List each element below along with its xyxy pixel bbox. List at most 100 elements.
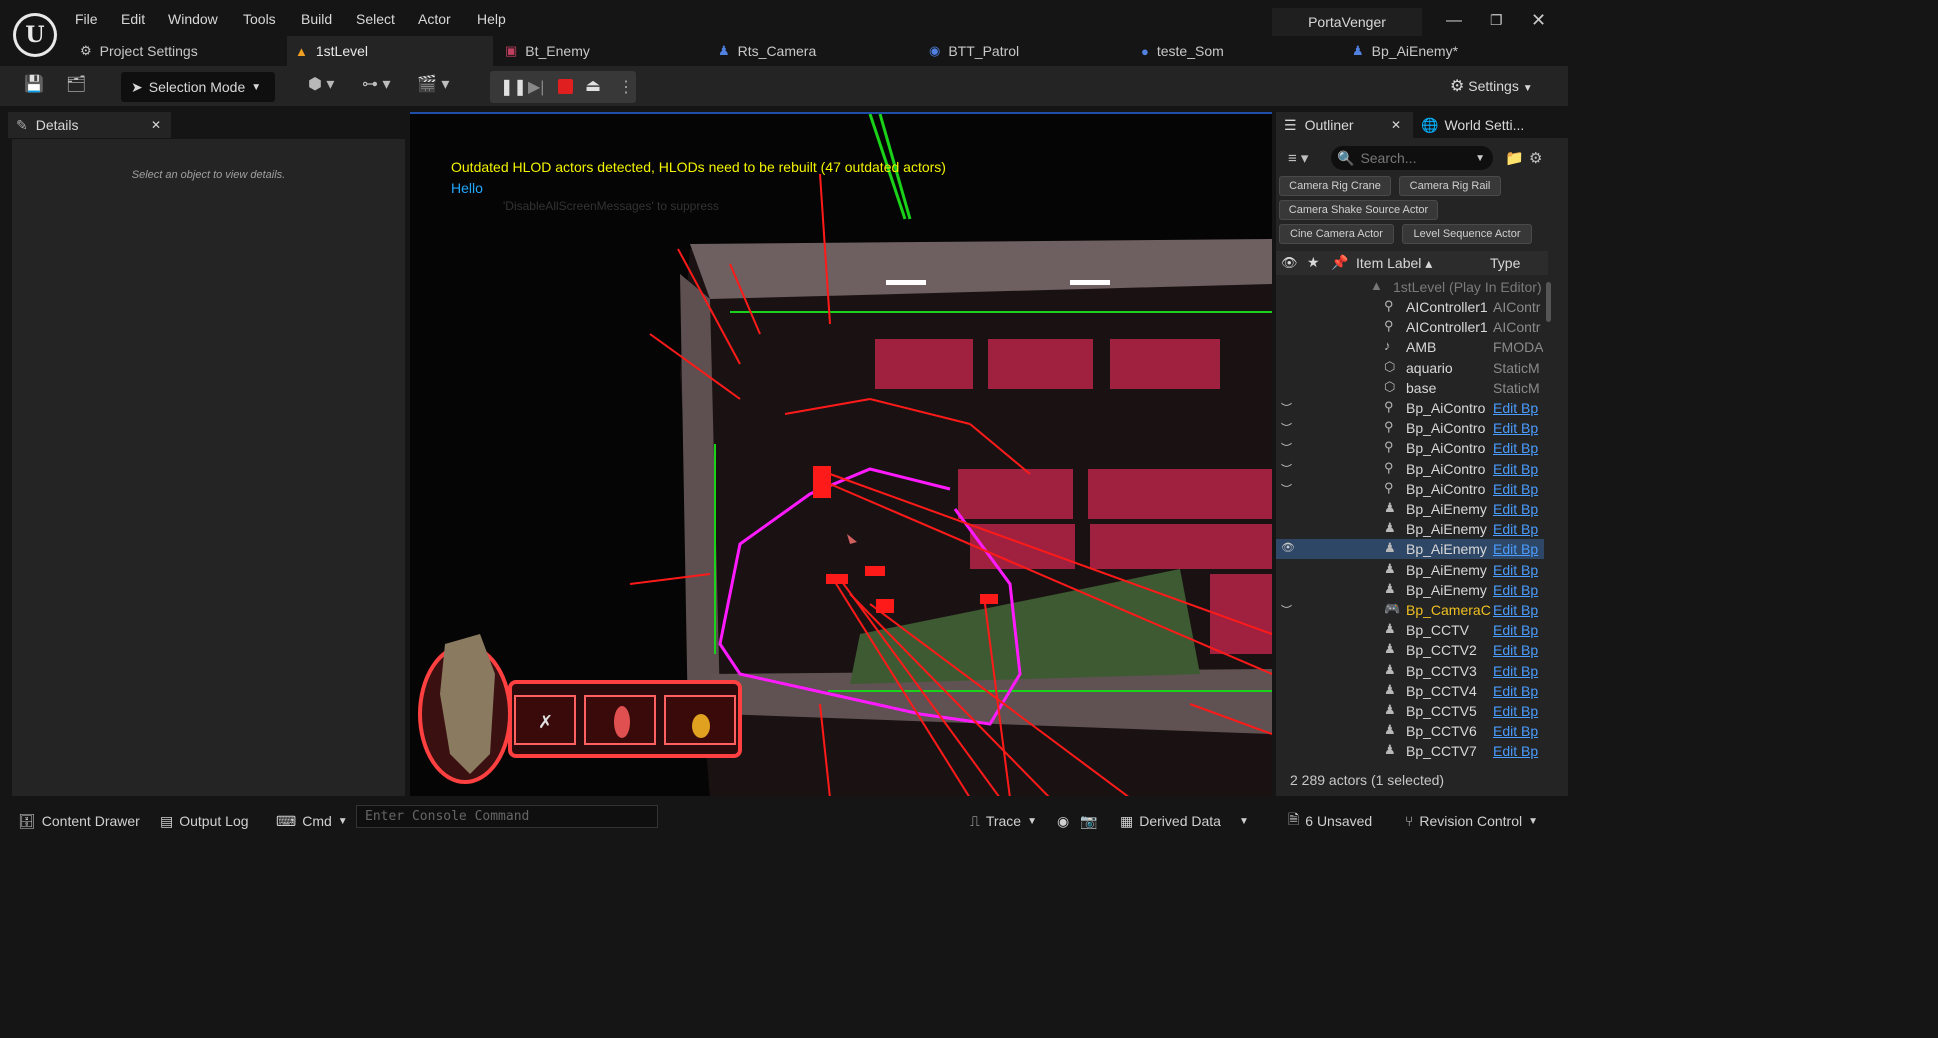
level-row[interactable]: ▲ 1stLevel (Play In Editor) [1276,277,1544,297]
gear-icon[interactable]: ⚙ [1529,149,1542,167]
filter-chip[interactable]: Camera Shake Source Actor [1279,200,1438,220]
pause-icon[interactable]: ❚❚ [500,77,527,97]
stop-icon[interactable] [558,79,573,94]
tab-bt-enemy[interactable]: ▣ Bt_Enemy [505,36,705,66]
filter-chip[interactable]: Camera Rig Rail [1399,176,1501,196]
outliner-row[interactable]: ♟ Bp_CCTV2 Edit Bp [1276,640,1544,660]
edit-blueprint-link[interactable]: Edit Bp [1493,541,1543,557]
edit-blueprint-link[interactable]: Edit Bp [1493,582,1543,598]
edit-blueprint-link[interactable]: Edit Bp [1493,622,1543,638]
edit-blueprint-link[interactable]: Edit Bp [1493,420,1543,436]
save-icon[interactable]: 💾 [24,74,44,94]
tab-btt-patrol[interactable]: ◉ BTT_Patrol [929,36,1129,66]
outliner-row[interactable]: ♟ Bp_CCTV5 Edit Bp [1276,701,1544,721]
cmd-dropdown[interactable]: ⌨ Cmd ▼ [276,808,348,834]
edit-blueprint-link[interactable]: Edit Bp [1493,481,1543,497]
outliner-row[interactable]: ︶ ⚲ Bp_AiContro Edit Bp [1276,398,1544,418]
edit-blueprint-link[interactable]: Edit Bp [1493,521,1543,537]
level-viewport[interactable]: ✗ Outdated HLOD actors detected, HLODs n… [410,112,1272,796]
menu-build[interactable]: Build [301,11,332,27]
outliner-row[interactable]: ︶ 🎮 Bp_CameraC Edit Bp [1276,600,1544,620]
outliner-row[interactable]: ♟ Bp_AiEnemy Edit Bp [1276,499,1544,519]
settings-button[interactable]: ⚙ Settings ▼ [1450,76,1533,96]
eye-closed-icon[interactable]: ︶ [1281,602,1297,618]
outliner-row[interactable]: ︶ ⚲ Bp_AiContro Edit Bp [1276,479,1544,499]
outliner-row[interactable]: ♟ Bp_CCTV4 Edit Bp [1276,681,1544,701]
edit-blueprint-link[interactable]: Edit Bp [1493,602,1543,618]
edit-blueprint-link[interactable]: Edit Bp [1493,703,1543,719]
menu-window[interactable]: Window [168,11,218,27]
more-options-icon[interactable]: ⋮ [618,77,634,97]
outliner-row[interactable]: ♟ Bp_AiEnemy Edit Bp [1276,580,1544,600]
outliner-row[interactable]: ♟ Bp_AiEnemy Edit Bp [1276,519,1544,539]
filter-icon[interactable]: ≡ ▾ [1288,149,1308,167]
menu-edit[interactable]: Edit [121,11,145,27]
outliner-row[interactable]: ⬡ aquario StaticM [1276,358,1544,378]
derived-data-dropdown[interactable]: ▦ Derived Data ▼ [1120,808,1249,834]
edit-blueprint-link[interactable]: Edit Bp [1493,440,1543,456]
trace-dropdown[interactable]: ⎍ Trace ▼ [970,808,1037,834]
content-browse-icon[interactable]: 🗂 [66,74,86,94]
tab-teste-som[interactable]: ● teste_Som [1141,36,1341,66]
eye-closed-icon[interactable]: ︶ [1281,481,1297,497]
filter-chip[interactable]: Level Sequence Actor [1402,224,1532,244]
unreal-logo-icon[interactable]: U [13,13,57,57]
edit-blueprint-link[interactable]: Edit Bp [1493,400,1543,416]
menu-file[interactable]: File [75,11,98,27]
eye-icon[interactable]: 👁 [1281,255,1298,271]
edit-blueprint-link[interactable]: Edit Bp [1493,461,1543,477]
tab-bp-aienemy[interactable]: ♟ Bp_AiEnemy* [1352,36,1562,66]
close-icon[interactable]: ✕ [1531,10,1546,31]
outliner-row[interactable]: ⬡ base StaticM [1276,378,1544,398]
unsaved-button[interactable]: 🗎 6 Unsaved [1288,808,1372,834]
outliner-row[interactable]: ♟ Bp_CCTV Edit Bp [1276,620,1544,640]
edit-blueprint-link[interactable]: Edit Bp [1493,743,1543,759]
menu-help[interactable]: Help [477,11,506,27]
outliner-row[interactable]: ︶ ⚲ Bp_AiContro Edit Bp [1276,438,1544,458]
outliner-row[interactable]: ⚲ AIController1 AIContr [1276,297,1544,317]
edit-blueprint-link[interactable]: Edit Bp [1493,501,1543,517]
output-log-button[interactable]: ▤ Output Log [160,808,249,834]
outliner-row[interactable]: ♟ Bp_CCTV6 Edit Bp [1276,721,1544,741]
details-tab[interactable]: ✎ Details ✕ [8,112,171,138]
outliner-row[interactable]: ︶ ⚲ Bp_AiContro Edit Bp [1276,459,1544,479]
outliner-scrollbar[interactable] [1546,282,1551,322]
console-input[interactable]: Enter Console Command [356,805,658,828]
revision-control-dropdown[interactable]: ⑂ Revision Control ▼ [1405,808,1538,834]
content-drawer-button[interactable]: 🗄 Content Drawer [18,808,140,834]
outliner-row[interactable]: ♟ Bp_CCTV7 Edit Bp [1276,741,1544,761]
record-icon[interactable]: ◉ [1057,808,1069,834]
outliner-row[interactable]: ♟ Bp_AiEnemy Edit Bp [1276,560,1544,580]
column-item-label[interactable]: Item Label ▴ [1356,255,1432,272]
cinematics-icon[interactable]: 🎬 ▾ [417,74,449,94]
tab-outliner[interactable]: ☰ Outliner ✕ [1276,112,1413,138]
star-icon[interactable]: ★ [1307,254,1320,271]
close-icon[interactable]: ✕ [1391,118,1401,132]
menu-select[interactable]: Select [356,11,395,27]
add-folder-icon[interactable]: 📁 [1505,149,1524,167]
edit-blueprint-link[interactable]: Edit Bp [1493,562,1543,578]
outliner-search-input[interactable]: 🔍 Search... ▼ [1331,146,1493,170]
tab-rts-camera[interactable]: ♟ Rts_Camera [718,36,918,66]
add-actor-icon[interactable]: ⬢ ▾ [308,74,334,94]
close-icon[interactable]: ✕ [151,118,161,132]
outliner-row[interactable]: ♪ AMB FMODA [1276,337,1544,357]
outliner-row[interactable]: ︶ ⚲ Bp_AiContro Edit Bp [1276,418,1544,438]
filter-chip[interactable]: Camera Rig Crane [1279,176,1391,196]
menu-actor[interactable]: Actor [418,11,451,27]
pin-icon[interactable]: 📌 [1331,254,1348,271]
menu-tools[interactable]: Tools [243,11,276,27]
edit-blueprint-link[interactable]: Edit Bp [1493,723,1543,739]
eye-closed-icon[interactable]: ︶ [1281,440,1297,456]
tab-1stlevel[interactable]: ▲ 1stLevel [287,36,493,66]
blueprint-menu-icon[interactable]: ⊶ ▾ [362,74,390,94]
tab-world-settings[interactable]: 🌐 World Setti... [1421,112,1561,138]
edit-blueprint-link[interactable]: Edit Bp [1493,642,1543,658]
eject-icon[interactable]: ⏏ [585,76,601,96]
screenshot-icon[interactable]: 📷 [1080,808,1097,834]
outliner-row[interactable]: ♟ Bp_CCTV3 Edit Bp [1276,661,1544,681]
eye-closed-icon[interactable]: ︶ [1281,400,1297,416]
eye-icon[interactable]: 👁 [1281,541,1297,554]
eye-closed-icon[interactable]: ︶ [1281,461,1297,477]
minimize-icon[interactable]: — [1446,12,1462,30]
